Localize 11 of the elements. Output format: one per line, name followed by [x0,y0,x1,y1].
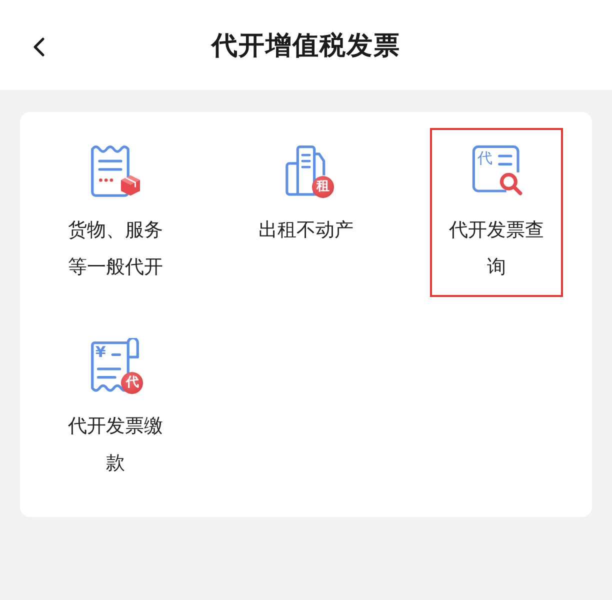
service-tile[interactable]: 租 出租不动产 [239,128,372,297]
icon-badge: 代 [121,372,144,394]
icon-character: ¥ [95,345,106,360]
icon-character: 代 [478,151,493,166]
back-icon [32,37,45,57]
service-tile[interactable]: 代 代开发票查询 [430,128,564,297]
service-tile[interactable]: ¥ 代 代开发票缴款 [48,324,182,493]
service-tile[interactable]: 货物、服务等一般代开 [48,128,182,297]
page-title: 代开增值税发票 [212,30,400,62]
back-button[interactable] [32,37,45,57]
icon-badge: 租 [312,176,334,198]
